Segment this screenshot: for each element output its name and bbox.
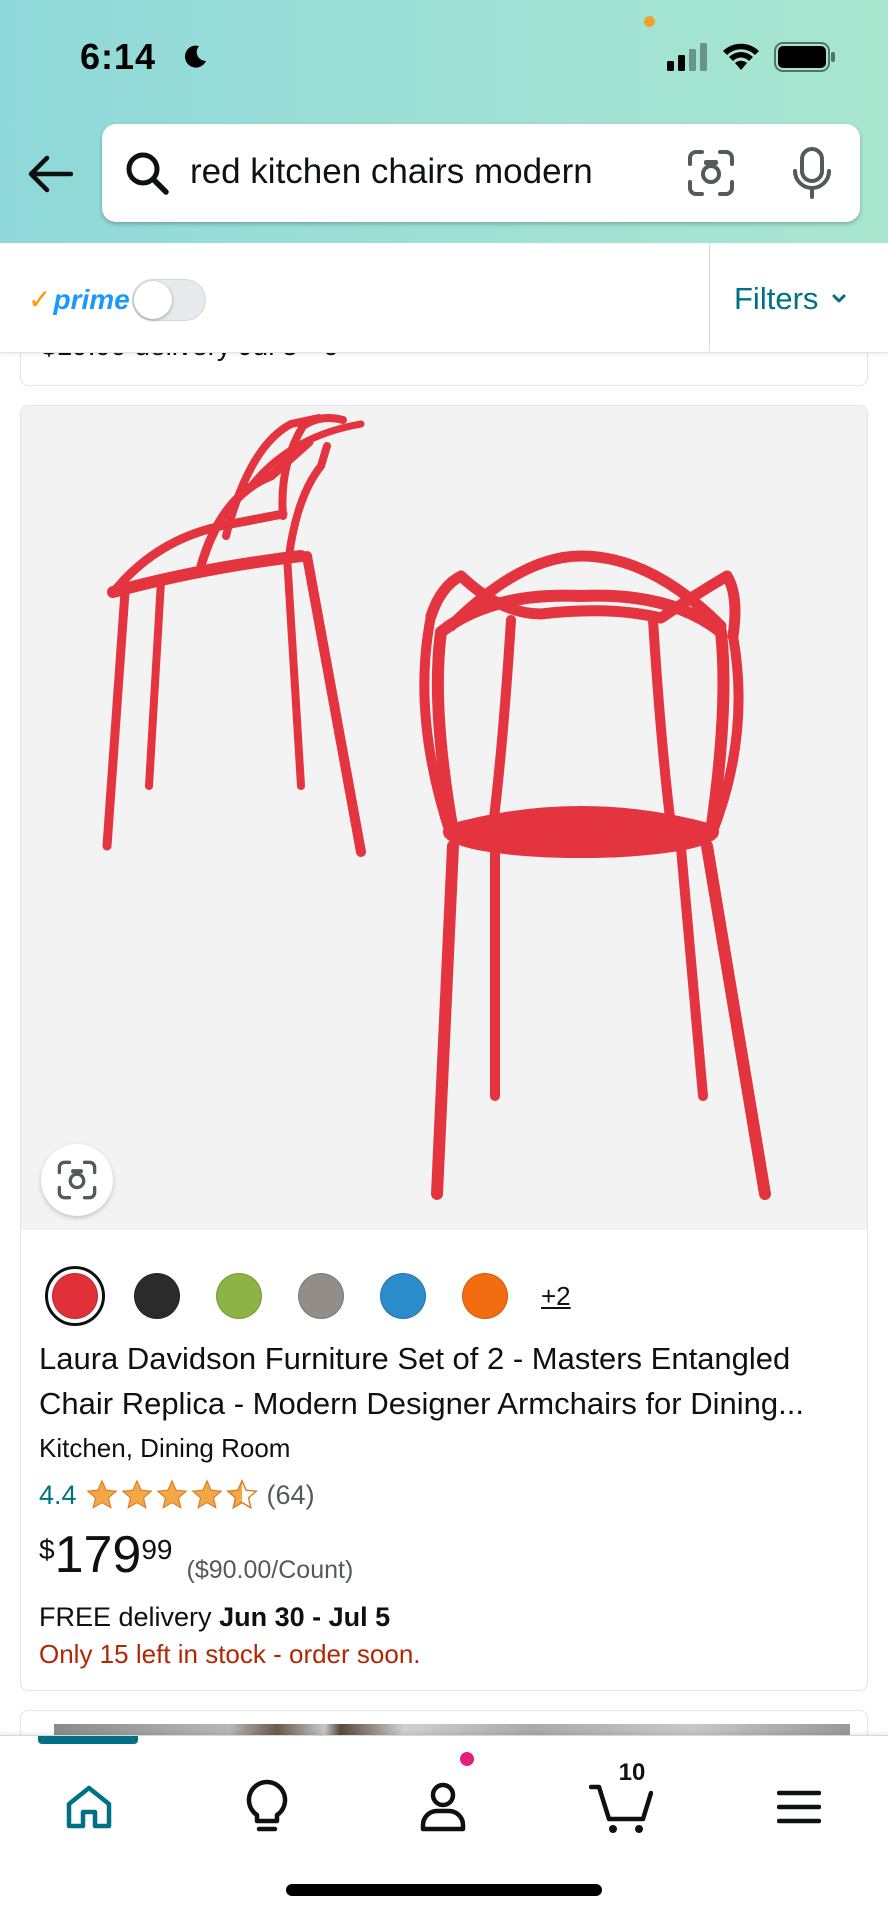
nav-home[interactable]	[54, 1772, 124, 1842]
swatch-orange[interactable]	[455, 1266, 515, 1326]
camera-lens-icon	[57, 1160, 97, 1200]
price-symbol: $	[39, 1534, 55, 1565]
search-icon[interactable]	[124, 150, 170, 196]
rating-value: 4.4	[39, 1479, 77, 1510]
delivery-dates: Jun 30 - Jul 5	[219, 1602, 391, 1632]
nav-menu[interactable]	[764, 1772, 834, 1842]
swatch-blue[interactable]	[373, 1266, 433, 1326]
star-full-icon	[191, 1479, 223, 1509]
swatch-color	[298, 1273, 344, 1319]
swatch-gray[interactable]	[291, 1266, 351, 1326]
toggle-knob	[134, 281, 172, 319]
search-bar[interactable]: red kitchen chairs modern	[102, 124, 860, 222]
filter-divider	[709, 243, 710, 351]
moon-icon	[184, 45, 206, 68]
prime-check-icon: ✓	[28, 284, 52, 315]
home-icon	[66, 1785, 112, 1829]
hamburger-menu-icon	[777, 1790, 821, 1824]
swatch-color	[134, 1273, 180, 1319]
filters-button[interactable]: Filters	[734, 281, 846, 317]
wifi-icon	[723, 43, 759, 70]
status-time: 6:14	[80, 36, 157, 77]
product-subtitle: Kitchen, Dining Room	[39, 1433, 291, 1463]
swatch-green[interactable]	[209, 1266, 269, 1326]
camera-lens-icon[interactable]	[686, 148, 736, 198]
red-chairs-illustration	[102, 414, 771, 1200]
swatch-red[interactable]	[45, 1266, 105, 1326]
unit-price: ($90.00/Count)	[186, 1556, 354, 1584]
star-full-icon	[121, 1479, 153, 1509]
camera-indicator-dot	[644, 16, 655, 27]
nav-account[interactable]	[408, 1772, 478, 1842]
star-full-icon	[86, 1479, 118, 1509]
swatch-color	[216, 1273, 262, 1319]
cart-icon	[589, 1784, 653, 1833]
back-arrow-icon	[28, 155, 73, 193]
lightbulb-icon	[246, 1779, 288, 1832]
battery-icon	[774, 42, 835, 72]
star-rating	[85, 1478, 259, 1512]
price: $ 179 99 ($90.00/Count)	[39, 1524, 353, 1586]
cellular-signal-icon	[667, 43, 707, 71]
price-fraction: 99	[141, 1534, 173, 1565]
product-title[interactable]: Laura Davidson Furniture Set of 2 - Mast…	[39, 1336, 859, 1426]
prime-logo: ✓prime	[28, 283, 130, 316]
delivery-prefix: FREE delivery	[39, 1602, 212, 1632]
nav-active-indicator	[38, 1736, 138, 1744]
delivery-info: FREE delivery Jun 30 - Jul 5	[39, 1602, 390, 1633]
back-button[interactable]	[24, 148, 76, 200]
search-input[interactable]: red kitchen chairs modern	[190, 152, 593, 192]
nav-inspire[interactable]	[232, 1772, 302, 1842]
swatch-color	[380, 1273, 426, 1319]
swatch-black[interactable]	[127, 1266, 187, 1326]
cart-count: 10	[618, 1759, 646, 1786]
more-colors-link[interactable]: +2	[541, 1281, 571, 1312]
filters-label: Filters	[734, 281, 819, 316]
product-card[interactable]: +2 Laura Davidson Furniture Set of 2 - M…	[20, 405, 868, 1691]
user-icon	[420, 1782, 466, 1832]
prime-label: prime	[53, 284, 130, 315]
status-icons	[666, 42, 836, 72]
product-image[interactable]	[21, 406, 867, 1230]
microphone-icon[interactable]	[790, 146, 834, 200]
chevron-down-icon	[832, 294, 846, 303]
color-swatches: +2	[45, 1266, 571, 1326]
price-whole: 179	[54, 1526, 142, 1584]
star-full-icon	[156, 1479, 188, 1509]
visual-search-button[interactable]	[41, 1144, 113, 1216]
star-half-icon	[225, 1479, 258, 1510]
swatch-color	[52, 1273, 98, 1319]
stock-warning: Only 15 left in stock - order soon.	[39, 1639, 421, 1669]
filter-bar: ✓prime Filters	[0, 243, 888, 353]
rating-row[interactable]: 4.4 (64)	[39, 1478, 315, 1512]
review-count: (64)	[266, 1479, 315, 1510]
header-bar: 6:14 red kitchen chairs modern	[0, 0, 888, 243]
swatch-color	[462, 1273, 508, 1319]
account-notification-dot	[458, 1750, 476, 1768]
prime-toggle[interactable]	[132, 279, 206, 321]
home-indicator	[286, 1884, 602, 1896]
